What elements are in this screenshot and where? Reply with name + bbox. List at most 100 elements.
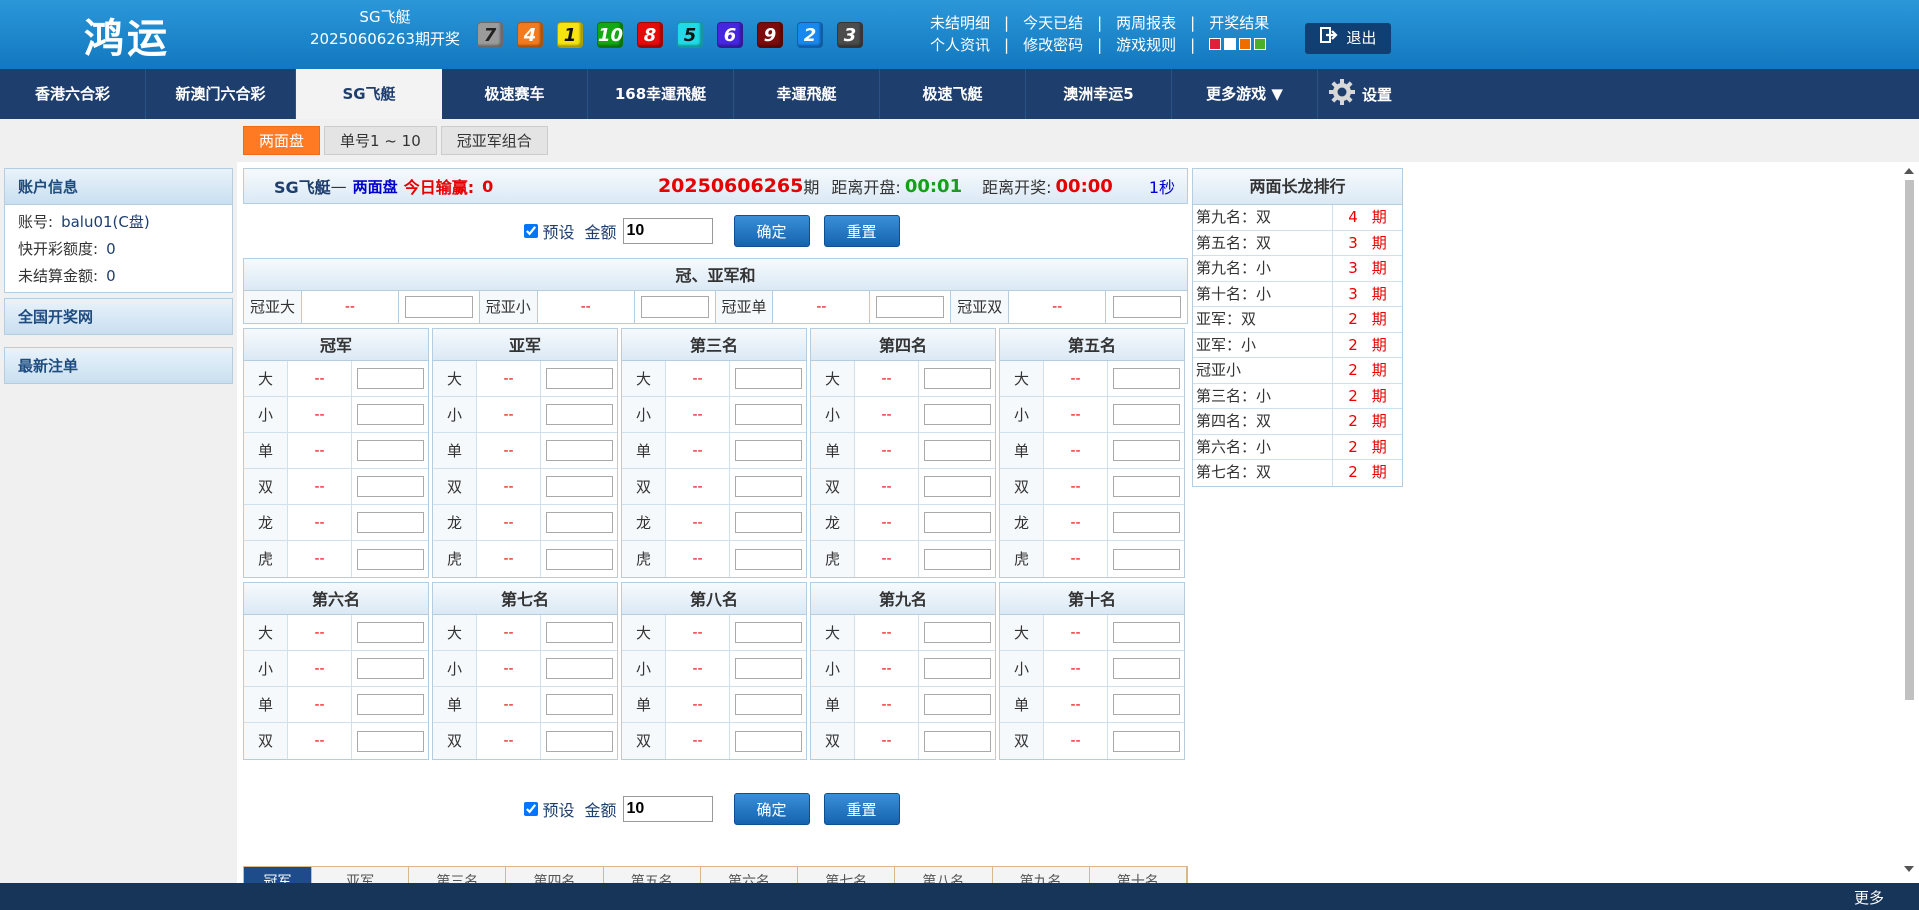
confirm-button[interactable]: 确定 (733, 793, 810, 825)
bet-amount-input[interactable] (545, 368, 613, 389)
reset-button[interactable]: 重置 (823, 793, 900, 825)
bet-amount-input[interactable] (356, 476, 424, 497)
bet-amount-input[interactable] (734, 548, 802, 570)
bet-amount-input[interactable] (1112, 730, 1180, 752)
amount-input[interactable] (622, 218, 713, 244)
bet-amount-input[interactable] (545, 622, 613, 643)
guanya-bet-input[interactable] (876, 296, 945, 318)
bet-amount-input[interactable] (545, 476, 613, 497)
bet-type-tab[interactable]: 单号1 ~ 10 (324, 126, 437, 155)
bet-amount-input[interactable] (356, 368, 424, 389)
bet-input-cell (541, 615, 617, 650)
bet-amount-input[interactable] (356, 548, 424, 570)
link-today-settled[interactable]: 今天已结 (1023, 12, 1083, 34)
bet-amount-input[interactable] (923, 368, 991, 389)
bet-odds: -- (1044, 651, 1108, 686)
scroll-down-arrow-icon[interactable] (1904, 866, 1914, 872)
bet-amount-input[interactable] (356, 622, 424, 643)
bet-amount-input[interactable] (1112, 694, 1180, 715)
bet-amount-input[interactable] (1112, 658, 1180, 679)
bet-type-tab[interactable]: 两面盘 (243, 126, 321, 155)
bet-amount-input[interactable] (923, 512, 991, 533)
bet-amount-input[interactable] (734, 694, 802, 715)
theme-swatch[interactable] (1224, 38, 1237, 50)
bet-amount-input[interactable] (734, 404, 802, 425)
latest-bets-link[interactable]: 最新注单 (4, 347, 233, 384)
bet-amount-input[interactable] (1112, 368, 1180, 389)
preset-checkbox[interactable] (524, 802, 539, 816)
link-game-rules[interactable]: 游戏规则 (1116, 34, 1176, 56)
bet-amount-input[interactable] (734, 622, 802, 643)
amount-input[interactable] (622, 796, 713, 822)
link-unsettled[interactable]: 未结明细 (930, 12, 990, 34)
bet-amount-input[interactable] (923, 440, 991, 461)
nav-item[interactable]: 香港六合彩 (0, 69, 146, 119)
bet-amount-input[interactable] (1112, 512, 1180, 533)
bet-amount-input[interactable] (923, 622, 991, 643)
bet-amount-input[interactable] (923, 548, 991, 570)
bet-row: 双 -- (244, 469, 428, 505)
nav-item[interactable]: 幸運飛艇 (734, 69, 880, 119)
bet-amount-input[interactable] (356, 730, 424, 752)
bet-amount-input[interactable] (356, 404, 424, 425)
link-change-password[interactable]: 修改密码 (1023, 34, 1083, 56)
bet-amount-input[interactable] (356, 694, 424, 715)
theme-swatch[interactable] (1239, 38, 1252, 50)
bet-amount-input[interactable] (356, 658, 424, 679)
reset-button[interactable]: 重置 (823, 215, 900, 247)
bet-amount-input[interactable] (734, 368, 802, 389)
scroll-thumb[interactable] (1904, 180, 1914, 700)
theme-swatch[interactable] (1209, 38, 1222, 50)
confirm-button[interactable]: 确定 (733, 215, 810, 247)
bet-amount-input[interactable] (1112, 476, 1180, 497)
bet-amount-input[interactable] (545, 512, 613, 533)
account-info-header[interactable]: 账户信息 (4, 168, 233, 205)
nav-item[interactable]: 澳洲幸运5 (1026, 69, 1172, 119)
bet-amount-input[interactable] (923, 476, 991, 497)
bet-amount-input[interactable] (545, 404, 613, 425)
rank-column: 第四名大 -- 小 -- 单 -- 双 -- 龙 -- 虎 -- (810, 328, 996, 578)
nav-item[interactable]: 极速赛车 (442, 69, 588, 119)
bet-amount-input[interactable] (356, 512, 424, 533)
national-results-link[interactable]: 全国开奖网 (4, 298, 233, 335)
nav-item[interactable]: 新澳门六合彩 (146, 69, 296, 119)
guanya-bet-input[interactable] (404, 296, 473, 318)
bet-amount-input[interactable] (545, 730, 613, 752)
refresh-interval[interactable]: 1秒 (1149, 174, 1175, 198)
nav-item[interactable]: 更多游戏 ▼ (1172, 69, 1318, 119)
nav-item[interactable]: SG飞艇 (296, 69, 442, 119)
bet-amount-input[interactable] (1112, 622, 1180, 643)
page-scrollbar[interactable] (1903, 168, 1915, 878)
theme-swatch[interactable] (1254, 38, 1267, 50)
bet-amount-input[interactable] (923, 658, 991, 679)
bet-amount-input[interactable] (545, 658, 613, 679)
bet-amount-input[interactable] (734, 730, 802, 752)
link-two-week-report[interactable]: 两周报表 (1116, 12, 1176, 34)
bet-amount-input[interactable] (923, 694, 991, 715)
bet-amount-input[interactable] (1112, 440, 1180, 461)
nav-item[interactable]: 极速飞艇 (880, 69, 1026, 119)
bet-amount-input[interactable] (545, 694, 613, 715)
bet-amount-input[interactable] (545, 440, 613, 461)
link-profile[interactable]: 个人资讯 (930, 34, 990, 56)
bet-amount-input[interactable] (734, 658, 802, 679)
bet-amount-input[interactable] (734, 476, 802, 497)
scroll-up-arrow-icon[interactable] (1904, 168, 1914, 174)
bet-amount-input[interactable] (734, 512, 802, 533)
more-link[interactable]: 更多 (1854, 887, 1884, 908)
bet-amount-input[interactable] (734, 440, 802, 461)
bet-type-tab[interactable]: 冠亚军组合 (440, 126, 548, 155)
logout-button[interactable]: 退出 (1305, 23, 1391, 54)
guanya-bet-input[interactable] (640, 296, 709, 318)
bet-amount-input[interactable] (356, 440, 424, 461)
nav-item[interactable]: 168幸運飛艇 (588, 69, 734, 119)
bet-amount-input[interactable] (545, 548, 613, 570)
link-draw-results[interactable]: 开奖结果 (1209, 12, 1269, 34)
bet-amount-input[interactable] (1112, 548, 1180, 570)
preset-checkbox[interactable] (524, 224, 539, 238)
settings-button[interactable]: 设置 (1318, 69, 1392, 119)
bet-amount-input[interactable] (923, 730, 991, 752)
bet-amount-input[interactable] (923, 404, 991, 425)
bet-amount-input[interactable] (1112, 404, 1180, 425)
guanya-bet-input[interactable] (1112, 296, 1181, 318)
